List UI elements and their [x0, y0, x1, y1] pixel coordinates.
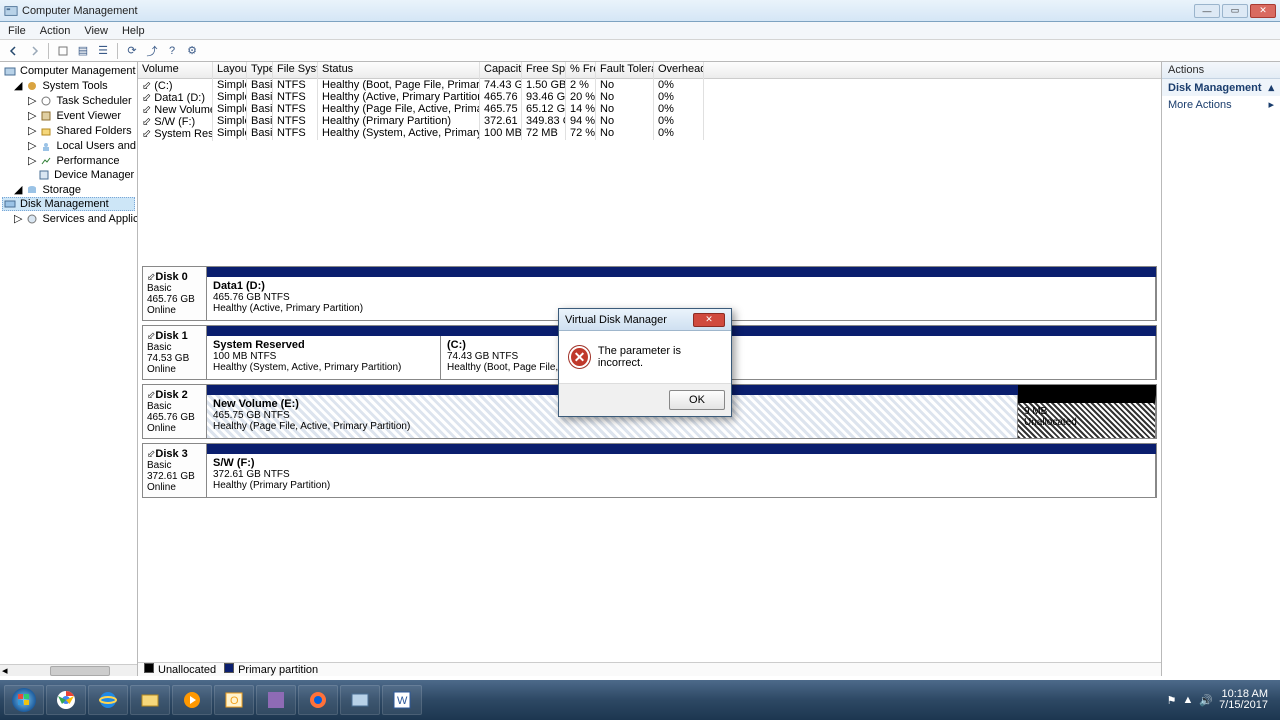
- tree-storage[interactable]: ◢ Storage: [2, 182, 135, 197]
- menu-file[interactable]: File: [8, 25, 26, 37]
- dialog-titlebar[interactable]: Virtual Disk Manager ✕: [559, 309, 731, 331]
- tree-local-users[interactable]: ▷ Local Users and Groups: [2, 138, 135, 153]
- tray-network-icon[interactable]: ▲: [1182, 694, 1193, 706]
- partition[interactable]: S/W (F:)372.61 GB NTFSHealthy (Primary P…: [207, 454, 1156, 497]
- disk-block[interactable]: ⬃Disk 3Basic372.61 GBOnlineS/W (F:)372.6…: [142, 443, 1157, 498]
- tray-volume-icon[interactable]: 🔊: [1199, 694, 1213, 707]
- refresh-icon[interactable]: ⟳: [124, 43, 140, 59]
- unallocated-region[interactable]: 9 MBUnallocated: [1018, 395, 1156, 438]
- collapse-icon: ▴: [1268, 81, 1274, 94]
- nav-tree: Computer Management (Local) ◢ System Too…: [0, 62, 138, 676]
- taskbar-compmgmt[interactable]: [340, 685, 380, 715]
- error-dialog: Virtual Disk Manager ✕ ✕ The parameter i…: [558, 308, 732, 417]
- window-title: Computer Management: [22, 5, 138, 17]
- properties-icon[interactable]: ▤: [75, 43, 91, 59]
- chevron-right-icon: ▸: [1268, 98, 1274, 111]
- title-bar: Computer Management — ▭ ✕: [0, 0, 1280, 22]
- partition[interactable]: System Reserved100 MB NTFSHealthy (Syste…: [207, 336, 441, 379]
- actions-disk-mgmt[interactable]: Disk Management▴: [1162, 79, 1280, 96]
- dialog-ok-button[interactable]: OK: [669, 390, 725, 410]
- menu-action[interactable]: Action: [40, 25, 71, 37]
- actions-panel: Actions Disk Management▴ More Actions▸: [1162, 62, 1280, 676]
- tree-device-manager[interactable]: Device Manager: [2, 168, 135, 182]
- taskbar-firefox[interactable]: [298, 685, 338, 715]
- taskbar[interactable]: O W ⚑ ▲ 🔊 10:18 AM7/15/2017: [0, 680, 1280, 720]
- tree-performance[interactable]: ▷ Performance: [2, 153, 135, 168]
- taskbar-ie[interactable]: [88, 685, 128, 715]
- taskbar-word[interactable]: W: [382, 685, 422, 715]
- maximize-button[interactable]: ▭: [1222, 4, 1248, 18]
- start-button[interactable]: [4, 685, 44, 715]
- dialog-message: The parameter is incorrect.: [598, 345, 721, 369]
- tray-clock[interactable]: 10:18 AM7/15/2017: [1219, 689, 1268, 711]
- tree-root[interactable]: Computer Management (Local): [2, 64, 135, 78]
- actions-more[interactable]: More Actions▸: [1162, 96, 1280, 113]
- close-button[interactable]: ✕: [1250, 4, 1276, 18]
- volume-table[interactable]: VolumeLayoutTypeFile SystemStatusCapacit…: [138, 62, 1161, 262]
- taskbar-chrome[interactable]: [46, 685, 86, 715]
- tree-task-scheduler[interactable]: ▷ Task Scheduler: [2, 93, 135, 108]
- tree-event-viewer[interactable]: ▷ Event Viewer: [2, 108, 135, 123]
- taskbar-app1[interactable]: [256, 685, 296, 715]
- partition[interactable]: (C:)74.43 GB NTFSHealthy (Boot, Page Fil…: [441, 336, 1156, 379]
- volume-header[interactable]: VolumeLayoutTypeFile SystemStatusCapacit…: [138, 62, 1161, 79]
- list-icon[interactable]: ☰: [95, 43, 111, 59]
- minimize-button[interactable]: —: [1194, 4, 1220, 18]
- forward-icon[interactable]: [26, 43, 42, 59]
- settings-icon[interactable]: ⚙: [184, 43, 200, 59]
- tree-system-tools[interactable]: ◢ System Tools: [2, 78, 135, 93]
- back-icon[interactable]: [6, 43, 22, 59]
- tree-scrollbar[interactable]: ◂: [0, 664, 137, 676]
- system-tray[interactable]: ⚑ ▲ 🔊 10:18 AM7/15/2017: [1167, 689, 1276, 711]
- dialog-close-button[interactable]: ✕: [693, 313, 725, 327]
- help-icon[interactable]: ?: [164, 43, 180, 59]
- dialog-title: Virtual Disk Manager: [565, 314, 667, 326]
- tree-disk-management[interactable]: Disk Management: [2, 197, 135, 211]
- menu-help[interactable]: Help: [122, 25, 145, 37]
- actions-header: Actions: [1162, 62, 1280, 79]
- menu-bar: File Action View Help: [0, 22, 1280, 40]
- volume-row[interactable]: ⬃ System ReservedSimpleBasicNTFSHealthy …: [138, 127, 1161, 139]
- legend: Unallocated Primary partition: [138, 662, 1161, 676]
- toolbar: ▤ ☰ ⟳ ⤴ ? ⚙: [0, 40, 1280, 62]
- taskbar-explorer[interactable]: [130, 685, 170, 715]
- menu-view[interactable]: View: [84, 25, 108, 37]
- taskbar-media[interactable]: [172, 685, 212, 715]
- taskbar-outlook[interactable]: O: [214, 685, 254, 715]
- svg-text:O: O: [230, 695, 239, 707]
- svg-text:W: W: [397, 695, 408, 707]
- error-icon: ✕: [569, 346, 590, 368]
- tree-shared-folders[interactable]: ▷ Shared Folders: [2, 123, 135, 138]
- up-icon[interactable]: [55, 43, 71, 59]
- export-icon[interactable]: ⤴: [144, 43, 160, 59]
- tree-services[interactable]: ▷ Services and Applications: [2, 211, 135, 226]
- app-icon: [4, 4, 18, 18]
- tray-flag-icon[interactable]: ⚑: [1167, 694, 1177, 707]
